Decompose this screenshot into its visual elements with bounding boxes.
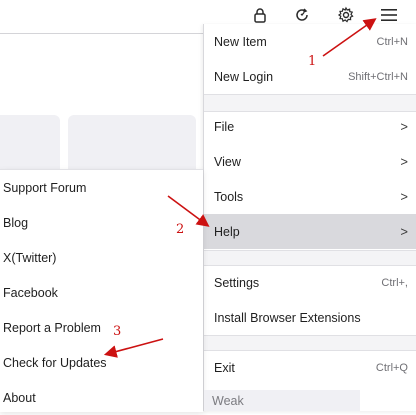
annotation-number-3: 3	[113, 324, 122, 339]
annotation-arrow-1	[322, 18, 377, 57]
annotation-arrow-2	[167, 195, 210, 227]
annotation-overlay	[103, 18, 377, 358]
annotation-number-2: 2	[176, 222, 185, 237]
annotation-arrow-3	[103, 338, 164, 358]
annotation-number-1: 1	[308, 54, 317, 69]
